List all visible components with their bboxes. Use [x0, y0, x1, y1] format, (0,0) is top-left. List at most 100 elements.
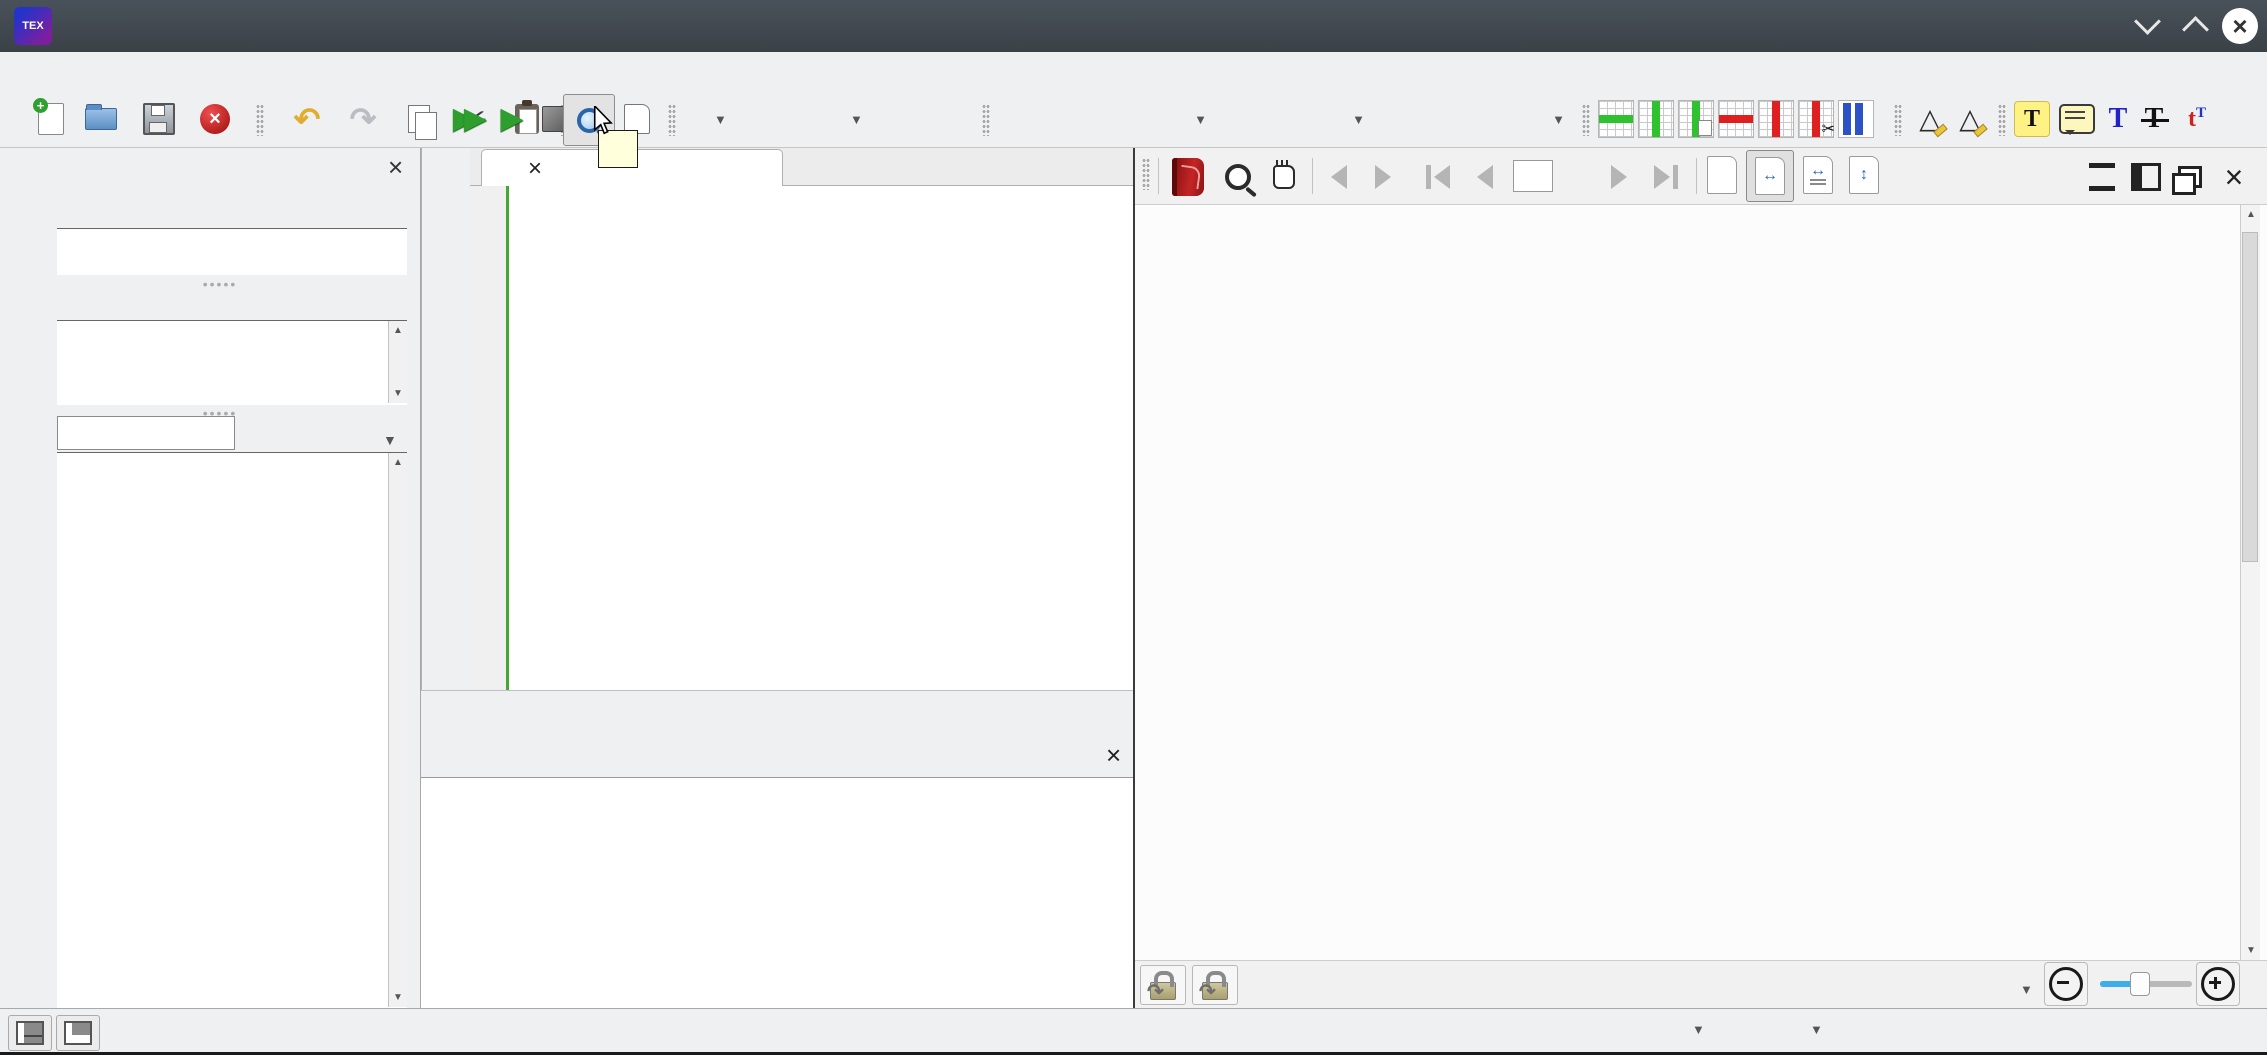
- pdf-viewer: [1133, 148, 2267, 1008]
- language-selector[interactable]: ▼: [1678, 1016, 1705, 1040]
- font-size-dropdown[interactable]: ▼: [1400, 96, 1565, 142]
- toolbar-grip[interactable]: [1142, 158, 1150, 190]
- menu-bar: [0, 52, 2267, 90]
- compile-button[interactable]: ▶: [492, 96, 532, 142]
- new-file-button[interactable]: +: [28, 96, 74, 142]
- pdf-scrollbar-thumb[interactable]: [2242, 232, 2258, 562]
- zoom-in-button[interactable]: [2196, 962, 2240, 1006]
- comment-icon[interactable]: [2056, 96, 2098, 142]
- highlight-text-icon[interactable]: T: [2012, 96, 2052, 142]
- scroll-lock-icon[interactable]: [1140, 965, 1186, 1005]
- editor-status-row: [421, 690, 1133, 726]
- toolbar-separator: [1582, 104, 1590, 136]
- toolbar-separator: [1894, 104, 1902, 136]
- code-lines[interactable]: [509, 186, 1133, 695]
- close-file-button[interactable]: ×: [192, 96, 238, 142]
- equation-wizard-icon[interactable]: △: [1952, 100, 1988, 136]
- pdf-zoom-tool-icon[interactable]: [1216, 154, 1260, 200]
- toggle-bottom-panel-button[interactable]: [56, 1015, 100, 1051]
- pdf-forward-button[interactable]: [1362, 154, 1404, 200]
- change-case-icon[interactable]: tT: [2176, 96, 2218, 142]
- status-bar: [0, 1008, 2267, 1055]
- close-tab-icon[interactable]: ×: [528, 155, 542, 183]
- chevron-down-icon[interactable]: ▼: [383, 432, 397, 448]
- pdf-windowed-mode-icon[interactable]: [2082, 154, 2122, 200]
- texstudio-window: TEX × + × ↶ ↷ ✂ ▶▶ ▶ ▼ ▼ ▼ ▼ ▼: [0, 0, 2267, 1055]
- greek-symbol-grid: [59, 456, 389, 1006]
- scroll-up-icon[interactable]: ▲: [2244, 209, 2258, 220]
- compile-and-view-button[interactable]: ▶▶: [448, 96, 492, 142]
- output-tab-bar: [421, 726, 1133, 777]
- chevron-down-icon[interactable]: ▼: [2020, 982, 2033, 997]
- scroll-up-icon[interactable]: ▲: [391, 325, 405, 336]
- left-delimiter-dropdown[interactable]: ▼: [700, 96, 727, 142]
- pdf-fit-text-icon[interactable]: ↔: [1798, 152, 1838, 198]
- cursor-lock-icon[interactable]: [1192, 965, 1238, 1005]
- table-add-column-icon[interactable]: [1638, 100, 1674, 138]
- symbol-search-input[interactable]: [57, 416, 235, 450]
- pdf-zoom-100-icon[interactable]: [1702, 152, 1742, 198]
- open-file-button[interactable]: [78, 96, 124, 142]
- pdf-next-page-button[interactable]: [1598, 154, 1640, 200]
- table-cut-column-icon[interactable]: ✂: [1798, 100, 1834, 138]
- chevron-down-icon: ▼: [1352, 112, 1365, 127]
- splitter-handle[interactable]: •••••: [200, 276, 240, 292]
- pdf-detach-window-icon[interactable]: [2170, 154, 2210, 200]
- pdf-section-heading: [1368, 418, 1406, 451]
- scroll-up-icon[interactable]: ▲: [391, 457, 405, 468]
- redo-button[interactable]: ↷: [340, 96, 386, 142]
- window-title: [0, 0, 2267, 52]
- table-remove-column-icon[interactable]: [1758, 100, 1794, 138]
- favorites-box[interactable]: [57, 228, 407, 275]
- pdf-close-icon[interactable]: ×: [2214, 154, 2254, 200]
- encoding-selector[interactable]: ▼: [1796, 1016, 1823, 1040]
- editor-format-toolbar: [423, 150, 470, 690]
- editor-gutter[interactable]: [470, 186, 506, 690]
- strikeout-icon[interactable]: T: [2136, 96, 2172, 142]
- pdf-back-button[interactable]: [1318, 154, 1360, 200]
- close-output-panel-icon[interactable]: ×: [1106, 740, 1121, 771]
- right-delimiter-dropdown[interactable]: ▼: [836, 96, 863, 142]
- pdf-toolbar-separator: [1696, 158, 1697, 194]
- zoom-out-button[interactable]: [2044, 962, 2088, 1006]
- pdf-document-icon[interactable]: [1166, 154, 1210, 200]
- toggle-side-panel-button[interactable]: [8, 1015, 52, 1051]
- scroll-down-icon[interactable]: ▼: [2244, 945, 2258, 956]
- save-button[interactable]: [136, 96, 182, 142]
- chevron-down-icon: ▼: [1692, 1022, 1705, 1037]
- scroll-down-icon[interactable]: ▼: [391, 992, 405, 1003]
- table-remove-row-icon[interactable]: [1718, 100, 1754, 138]
- math-wizard-icon[interactable]: △: [1912, 100, 1948, 136]
- messages-output-area[interactable]: [421, 777, 1133, 1008]
- pdf-previous-page-button[interactable]: [1464, 154, 1506, 200]
- symbol-grid-scrollbar[interactable]: ▲ ▼: [388, 453, 407, 1007]
- pdf-fit-width-icon[interactable]: ↔: [1746, 150, 1794, 202]
- chevron-down-icon: ▼: [1552, 112, 1565, 127]
- pdf-fit-page-icon[interactable]: ↕: [1844, 152, 1884, 198]
- toolbar-separator: [256, 104, 264, 136]
- close-window-icon[interactable]: ×: [2222, 8, 2258, 44]
- table-align-columns-icon[interactable]: [1838, 100, 1874, 138]
- pdf-last-page-button[interactable]: [1642, 154, 1690, 200]
- pdf-pan-tool-icon[interactable]: [1262, 154, 1306, 200]
- label-dropdown[interactable]: ▼: [1240, 96, 1365, 142]
- pdf-side-panel-icon[interactable]: [2126, 154, 2166, 200]
- most-used-scrollbar[interactable]: ▲ ▼: [388, 321, 407, 403]
- pdf-first-page-button[interactable]: [1414, 154, 1462, 200]
- undo-button[interactable]: ↶: [284, 96, 330, 142]
- chevron-down-icon: ▼: [714, 112, 727, 127]
- copy-button[interactable]: [396, 96, 442, 142]
- pdf-page-input[interactable]: [1513, 160, 1553, 192]
- close-panel-icon[interactable]: ×: [388, 152, 403, 183]
- chevron-down-icon: ▼: [1810, 1022, 1823, 1037]
- most-used-box: [57, 320, 407, 405]
- table-add-row-icon[interactable]: [1598, 100, 1634, 138]
- pdf-toolbar-separator: [1312, 158, 1313, 194]
- pdf-bottom-bar: [1135, 960, 2267, 1008]
- table-paste-column-icon[interactable]: [1678, 100, 1714, 138]
- mouse-cursor: [592, 106, 618, 136]
- section-dropdown[interactable]: ▼: [1012, 96, 1207, 142]
- text-color-icon[interactable]: T: [2100, 96, 2136, 142]
- scroll-down-icon[interactable]: ▼: [391, 388, 405, 399]
- zoom-slider-thumb[interactable]: [2130, 972, 2150, 996]
